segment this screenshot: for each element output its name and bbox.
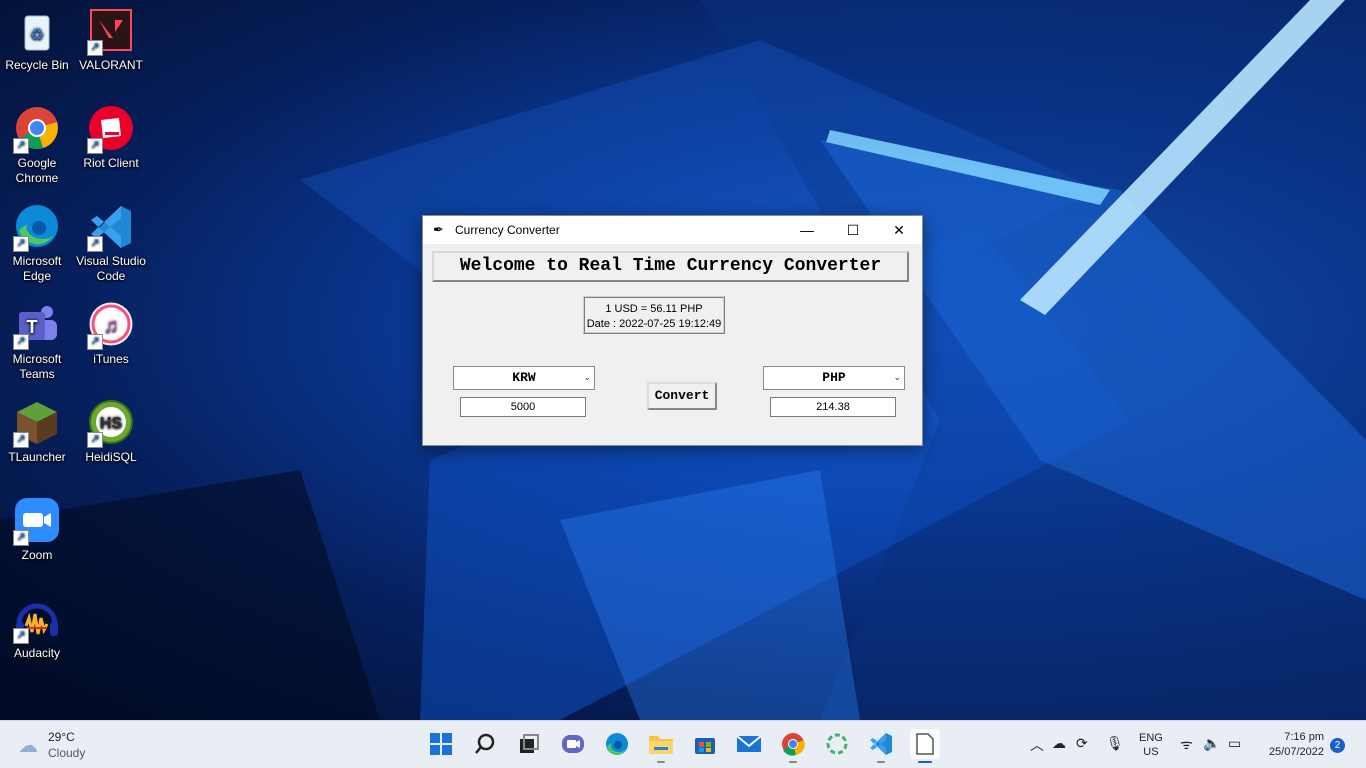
heidisql-icon: HS ↗ [87,400,135,448]
task-view-icon[interactable] [514,729,544,759]
desktop-icon-label: TLauncher [8,450,66,464]
itunes-icon: ♫ ↗ [87,302,135,350]
desktop-icon-heidisql[interactable]: HS ↗ HeidiSQL [74,400,148,465]
svg-text:HS: HS [100,415,123,432]
vscode-icon[interactable] [866,729,896,763]
chevron-down-icon[interactable]: ⌄ [893,367,901,389]
spinner-app-icon[interactable] [822,729,852,759]
edge-icon[interactable] [602,729,632,759]
recycle-bin-icon: ♻ [13,8,61,56]
teams-icon: T ↗ [13,302,61,350]
clock-time: 7:16 pm [1284,731,1324,743]
window-title: Currency Converter [455,223,560,237]
desktop-icon-label: iTunes [93,352,129,366]
desktop-icon-label: Visual Studio Code [76,254,146,283]
svg-text:♻: ♻ [30,27,44,44]
desktop-icon-microsoft-edge[interactable]: ↗ Microsoft Edge [0,204,74,284]
desktop-icon-microsoft-teams[interactable]: T ↗ Microsoft Teams [0,302,74,382]
exchange-rate-label: 1 USD = 56.11 PHP Date : 2022-07-25 19:1… [583,296,725,334]
notification-badge[interactable]: 2 [1330,738,1345,753]
language-indicator[interactable]: ENG US [1139,731,1163,759]
weather-description: Cloudy [48,746,86,760]
window-titlebar[interactable]: ✒ Currency Converter — ☐ ✕ [423,216,922,244]
teams-chat-icon[interactable] [558,729,588,759]
rate-date-line: Date : 2022-07-25 19:12:49 [586,318,722,330]
microphone-icon[interactable]: 🎙 [1106,735,1124,752]
valorant-icon: ↗ [87,8,135,56]
edge-icon: ↗ [13,204,61,252]
desktop-icon-visual-studio-code[interactable]: ↗ Visual Studio Code [74,204,148,284]
tlauncher-icon: ↗ [13,400,61,448]
file-explorer-icon[interactable] [646,729,676,763]
from-currency-value: KRW [512,370,536,385]
zoom-icon: ↗ [13,498,61,546]
desktop-icon-riot-client[interactable]: ↗ Riot Client [74,106,148,171]
maximize-button[interactable]: ☐ [830,216,876,244]
language-code: ENG [1139,732,1163,744]
from-amount-input[interactable]: 5000 [460,397,586,417]
minimize-button[interactable]: — [784,216,830,244]
riot-client-icon: ↗ [87,106,135,154]
desktop-icon-label: Recycle Bin [5,58,69,72]
to-currency-value: PHP [822,370,846,385]
mail-icon[interactable] [734,729,764,759]
desktop-icon-label: HeidiSQL [85,450,137,464]
cloud-icon: ☁ [18,734,38,757]
desktop-icon-itunes[interactable]: ♫ ↗ iTunes [74,302,148,367]
currency-converter-window: ✒ Currency Converter — ☐ ✕ Welcome to Re… [422,215,923,446]
taskbar: ☁ 29°C Cloudy ︿ ☁ ⟳ 🎙 ENG US ᯤ 🔈 ▭ 7:16 … [0,720,1366,768]
notepad-icon[interactable] [910,729,940,763]
desktop-icon-label: Microsoft Teams [12,352,62,381]
desktop-icon-zoom[interactable]: ↗ Zoom [0,498,74,563]
clock[interactable]: 7:16 pm 25/07/2022 [1258,730,1324,760]
feather-icon: ✒ [433,222,444,237]
vscode-icon: ↗ [87,204,135,252]
convert-button[interactable]: Convert [647,382,717,410]
weather-temperature: 29°C [48,730,75,744]
desktop-icon-google-chrome[interactable]: ↗ Google Chrome [0,106,74,186]
active-indicator [918,761,932,763]
chrome-icon[interactable] [778,729,808,763]
start-icon[interactable] [426,729,456,759]
volume-icon[interactable]: 🔈 [1203,735,1220,752]
chevron-down-icon[interactable]: ⌄ [583,367,591,389]
desktop-icon-label: Google Chrome [15,156,59,185]
sync-icon[interactable]: ⟳ [1076,735,1088,752]
chrome-icon: ↗ [13,106,61,154]
store-icon[interactable] [690,729,720,759]
desktop-icon-label: Riot Client [83,156,139,170]
welcome-heading: Welcome to Real Time Currency Converter [432,251,909,282]
rate-line: 1 USD = 56.11 PHP [605,303,703,315]
battery-icon[interactable]: ▭ [1228,735,1241,752]
running-indicator [657,761,665,763]
desktop-icon-tlauncher[interactable]: ↗ TLauncher [0,400,74,465]
running-indicator [789,761,797,763]
wifi-icon[interactable]: ᯤ [1180,735,1193,754]
audacity-icon: ↗ [13,596,61,644]
onedrive-icon[interactable]: ☁ [1052,735,1066,752]
from-currency-dropdown[interactable]: KRW ⌄ [453,366,595,390]
desktop-icon-recycle-bin[interactable]: ♻ Recycle Bin [0,8,74,73]
weather-widget[interactable]: ☁ 29°C Cloudy [18,729,85,761]
desktop-icon-label: Microsoft Edge [12,254,62,283]
desktop-icon-audacity[interactable]: ↗ Audacity [0,596,74,661]
desktop-icon-label: VALORANT [79,58,143,72]
search-icon[interactable] [470,729,500,759]
desktop-icon-label: Zoom [21,548,53,562]
svg-text:♫: ♫ [104,315,119,337]
chevron-up-icon[interactable]: ︿ [1030,735,1044,755]
running-indicator [877,761,885,763]
desktop-icon-valorant[interactable]: ↗ VALORANT [74,8,148,73]
to-amount-field: 214.38 [770,397,896,417]
to-currency-dropdown[interactable]: PHP ⌄ [763,366,905,390]
desktop-icon-label: Audacity [13,646,61,660]
close-button[interactable]: ✕ [876,216,922,244]
keyboard-region: US [1143,746,1159,758]
clock-date: 25/07/2022 [1268,746,1324,758]
